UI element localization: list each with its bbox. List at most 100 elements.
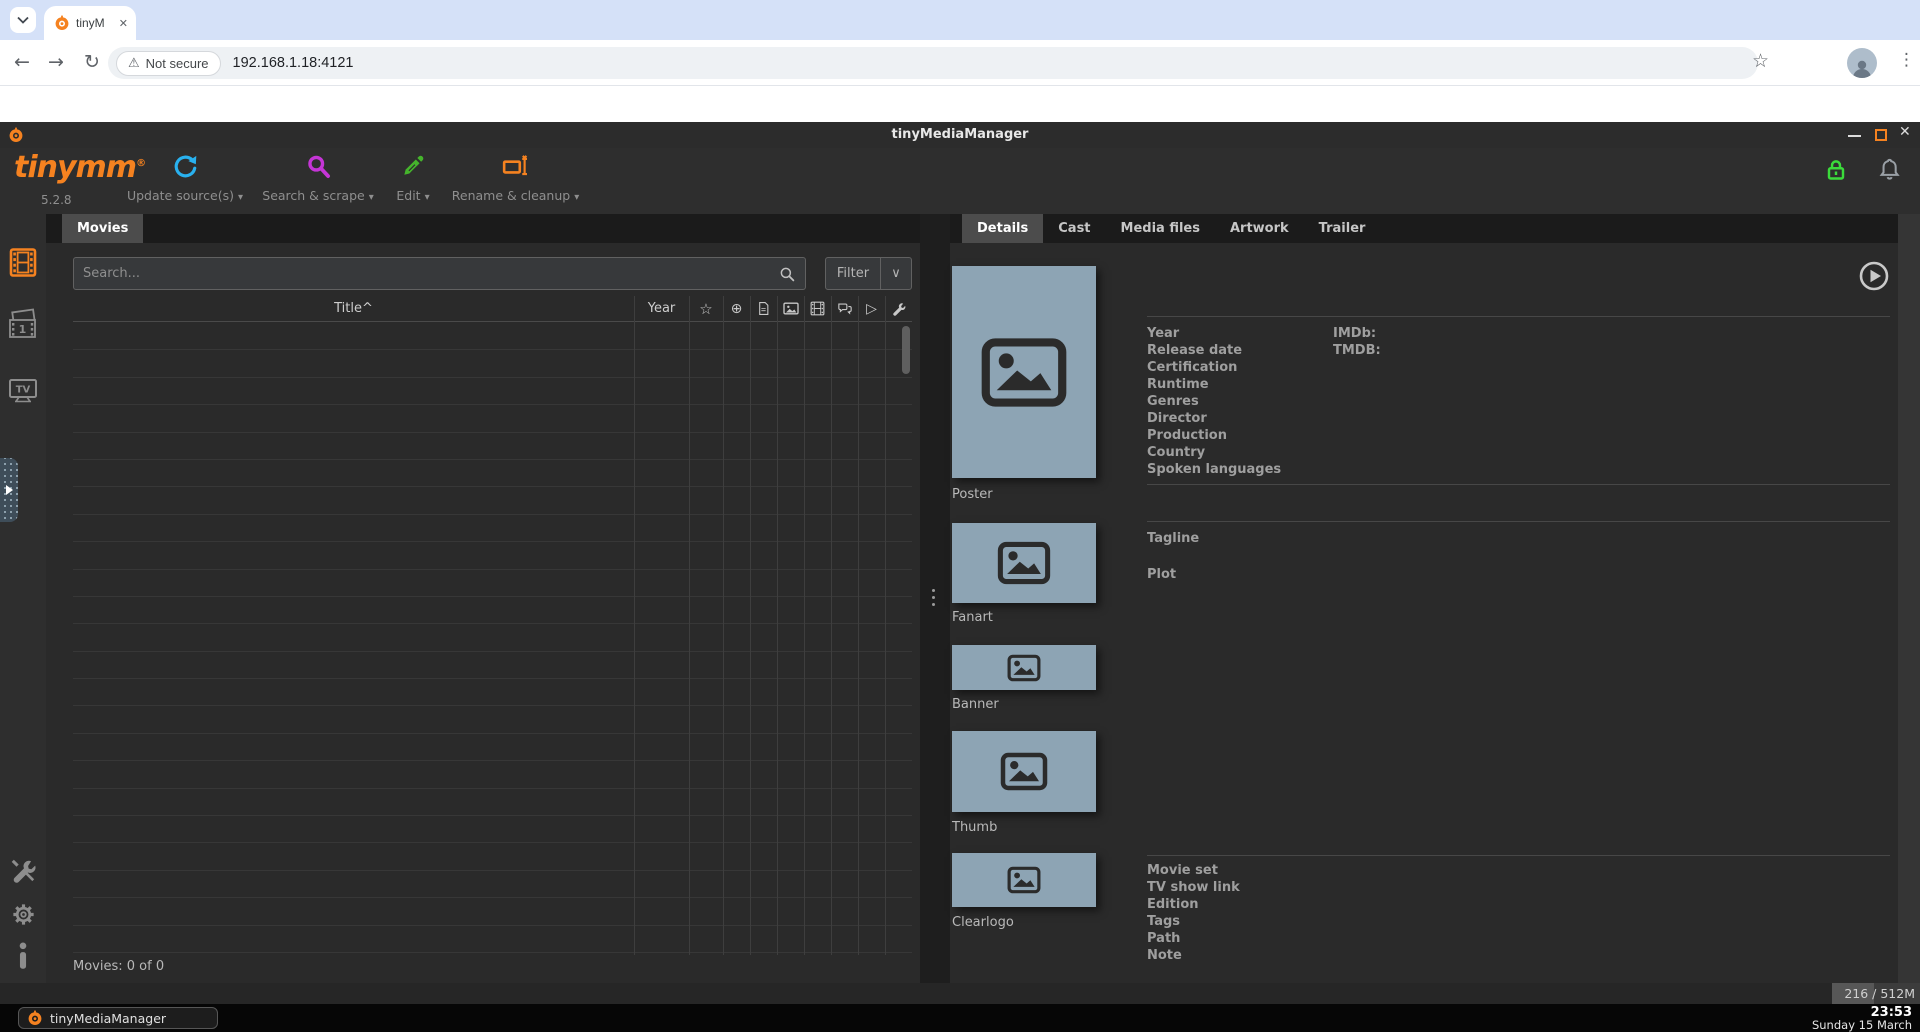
- column-header-nfo[interactable]: [750, 301, 777, 316]
- play-circle-icon: [1858, 260, 1890, 292]
- rail-item-about[interactable]: [0, 934, 46, 978]
- column-header-watched-play[interactable]: ▷: [858, 301, 885, 317]
- minimize-button[interactable]: [1848, 135, 1861, 137]
- bell-icon: [1876, 156, 1903, 183]
- field-label: Runtime: [1147, 376, 1281, 393]
- tab-title: tinyM: [76, 16, 116, 30]
- column-header-title[interactable]: Title^: [73, 301, 634, 316]
- table-row[interactable]: [73, 542, 912, 569]
- browser-tab[interactable]: tinyM ✕: [44, 6, 136, 40]
- update-sources-button[interactable]: Update source(s) ▾: [110, 150, 260, 212]
- tab-trailer[interactable]: Trailer: [1304, 214, 1381, 243]
- movie-table-body[interactable]: [73, 323, 912, 955]
- maximize-button[interactable]: [1875, 129, 1887, 141]
- poster-artwork[interactable]: [952, 266, 1096, 478]
- lock-button[interactable]: [1822, 156, 1850, 184]
- fanart-artwork[interactable]: [952, 523, 1096, 603]
- circle-plus-icon: ⊕: [731, 301, 743, 317]
- table-row[interactable]: [73, 843, 912, 870]
- column-header-watched[interactable]: ⊕: [723, 301, 750, 317]
- tab-details[interactable]: Details: [962, 214, 1043, 243]
- table-row[interactable]: [73, 652, 912, 679]
- column-separator: [831, 296, 832, 955]
- movies-status: Movies: 0 of 0: [73, 959, 164, 974]
- details-tabrow: Details Cast Media files Artwork Trailer: [950, 214, 1920, 243]
- table-row[interactable]: [73, 350, 912, 377]
- column-header-edited[interactable]: [885, 301, 912, 316]
- banner-artwork[interactable]: [952, 645, 1096, 690]
- table-row[interactable]: [73, 816, 912, 843]
- column-header-trailer[interactable]: [804, 301, 831, 316]
- url-bar[interactable]: ⚠ Not secure 192.168.1.18:4121: [108, 47, 1758, 79]
- filter-button[interactable]: Filter ∨: [825, 257, 912, 290]
- notifications-button[interactable]: [1876, 156, 1903, 183]
- table-row[interactable]: [73, 323, 912, 350]
- tab-cast[interactable]: Cast: [1043, 214, 1105, 243]
- taskbar: [0, 1004, 1920, 1032]
- security-chip[interactable]: ⚠ Not secure: [116, 51, 221, 76]
- table-row[interactable]: [73, 898, 912, 925]
- table-row[interactable]: [73, 624, 912, 651]
- taskbar-app-button[interactable]: tinyMediaManager: [18, 1007, 218, 1029]
- table-row[interactable]: [73, 433, 912, 460]
- table-row[interactable]: [73, 789, 912, 816]
- sort-asc-icon: ^: [362, 301, 373, 316]
- close-button[interactable]: ✕: [1899, 124, 1911, 140]
- field-label: Movie set: [1147, 862, 1240, 879]
- column-header-year[interactable]: Year: [634, 301, 689, 316]
- tab-search-button[interactable]: [10, 7, 36, 33]
- tab-close-icon[interactable]: ✕: [119, 17, 128, 30]
- column-header-images[interactable]: [777, 302, 804, 315]
- filter-chevron-icon[interactable]: ∨: [881, 266, 911, 281]
- tab-artwork[interactable]: Artwork: [1215, 214, 1304, 243]
- table-row[interactable]: [73, 926, 912, 953]
- table-row[interactable]: [73, 487, 912, 514]
- rename-cleanup-button[interactable]: Rename & cleanup ▾: [438, 150, 593, 212]
- table-row[interactable]: [73, 871, 912, 898]
- column-header-subtitles[interactable]: [831, 302, 858, 316]
- plot-label: Plot: [1147, 566, 1176, 583]
- rail-item-movies[interactable]: [0, 240, 46, 284]
- tab-media-files[interactable]: Media files: [1106, 214, 1215, 243]
- table-row[interactable]: [73, 460, 912, 487]
- rail-item-tools[interactable]: [0, 849, 46, 893]
- table-row[interactable]: [73, 597, 912, 624]
- table-scrollbar-thumb[interactable]: [902, 326, 910, 374]
- rail-item-movie-sets[interactable]: 1: [0, 304, 46, 348]
- table-row[interactable]: [73, 515, 912, 542]
- thumb-artwork[interactable]: [952, 731, 1096, 812]
- table-row[interactable]: [73, 706, 912, 733]
- table-row[interactable]: [73, 734, 912, 761]
- movie-search-input[interactable]: Search...: [73, 257, 806, 290]
- column-separator: [723, 296, 724, 955]
- play-trailer-button[interactable]: [1858, 260, 1890, 292]
- window-title: tinyMediaManager: [0, 122, 1920, 148]
- table-row[interactable]: [73, 405, 912, 432]
- back-icon[interactable]: ←: [14, 51, 30, 73]
- tv-icon: TV: [7, 374, 39, 406]
- forward-icon[interactable]: →: [48, 51, 64, 73]
- field-label: IMDb:: [1333, 325, 1381, 342]
- reload-icon[interactable]: ↻: [84, 51, 100, 73]
- field-label: Tags: [1147, 913, 1240, 930]
- details-scrollbar-track[interactable]: [1898, 214, 1920, 983]
- tab-movies[interactable]: Movies: [62, 214, 143, 243]
- table-row[interactable]: [73, 679, 912, 706]
- movie-misc-labels: Movie setTV show linkEditionTagsPathNote: [1147, 862, 1240, 964]
- field-label: Year: [1147, 325, 1281, 342]
- clearlogo-artwork[interactable]: [952, 853, 1096, 907]
- rail-item-settings[interactable]: [0, 892, 46, 936]
- movie-table-header: Title^ Year ☆ ⊕: [73, 296, 912, 322]
- panel-splitter[interactable]: [927, 584, 939, 610]
- table-row[interactable]: [73, 761, 912, 788]
- novnc-handle[interactable]: [0, 458, 18, 522]
- column-header-rating[interactable]: ☆: [689, 300, 723, 318]
- table-row[interactable]: [73, 378, 912, 405]
- table-row[interactable]: [73, 570, 912, 597]
- play-icon: ▷: [866, 301, 877, 317]
- rail-item-tv-shows[interactable]: TV: [0, 368, 46, 412]
- profile-avatar[interactable]: [1847, 48, 1877, 78]
- bookmark-star-icon[interactable]: ☆: [1752, 50, 1769, 72]
- browser-menu-icon[interactable]: ⋮: [1898, 50, 1915, 70]
- column-separator: [885, 296, 886, 955]
